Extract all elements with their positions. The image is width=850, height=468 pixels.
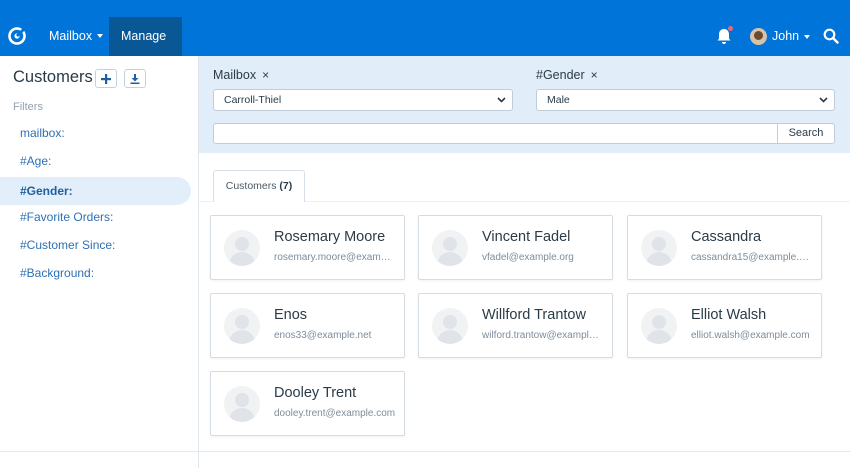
avatar xyxy=(750,28,767,46)
search-icon[interactable] xyxy=(823,28,839,44)
nav-mailbox-menu[interactable]: Mailbox xyxy=(37,17,115,56)
avatar-placeholder-icon xyxy=(432,230,468,266)
tab-customers[interactable]: Customers (7) xyxy=(213,170,305,202)
avatar-placeholder-icon xyxy=(641,308,677,344)
search-button[interactable]: Search xyxy=(777,123,835,144)
customer-email: enos33@example.net xyxy=(274,330,372,341)
customer-card[interactable]: Vincent Fadel vfadel@example.org xyxy=(418,215,613,280)
customer-card[interactable]: Cassandra cassandra15@example.org xyxy=(627,215,822,280)
avatar-placeholder-icon xyxy=(641,230,677,266)
customer-name: Cassandra xyxy=(691,229,762,245)
filter-item-background[interactable]: #Background: xyxy=(0,259,191,287)
customer-email: dooley.trent@example.com xyxy=(274,408,396,419)
tab-count: (7) xyxy=(279,180,293,192)
avatar-placeholder-icon xyxy=(432,308,468,344)
mailbox-select[interactable]: Carroll-Thiel xyxy=(213,89,513,111)
customer-card[interactable]: Enos enos33@example.net xyxy=(210,293,405,358)
filter-item-gender[interactable]: #Gender: xyxy=(0,177,191,205)
gender-filter-label: #Gender × xyxy=(536,68,598,82)
avatar-placeholder-icon xyxy=(224,386,260,422)
customer-name: Enos xyxy=(274,307,308,323)
avatar-placeholder-icon xyxy=(224,308,260,344)
filter-item-customer-since[interactable]: #Customer Since: xyxy=(0,231,191,259)
export-button[interactable] xyxy=(124,69,146,88)
customer-card[interactable]: Willford Trantow wilford.trantow@example… xyxy=(418,293,613,358)
chevron-down-icon xyxy=(497,97,506,103)
customer-card[interactable]: Dooley Trent dooley.trent@example.com xyxy=(210,371,405,436)
page-title: Customers xyxy=(13,68,93,86)
customer-name: Elliot Walsh xyxy=(691,307,767,323)
filters-label: Filters xyxy=(13,101,43,113)
user-name: John xyxy=(772,29,800,43)
customer-card[interactable]: Rosemary Moore rosemary.moore@example.co… xyxy=(210,215,405,280)
gender-select[interactable]: Male xyxy=(536,89,835,111)
nav-manage-label: Manage xyxy=(121,29,167,43)
avatar-placeholder-icon xyxy=(224,230,260,266)
customer-name: Dooley Trent xyxy=(274,385,357,401)
helpdesk-logo-icon[interactable] xyxy=(7,26,27,46)
remove-mailbox-filter-button[interactable]: × xyxy=(262,68,269,82)
mailbox-filter-title: Mailbox xyxy=(213,68,257,82)
chevron-down-icon xyxy=(819,97,828,103)
filter-item-age[interactable]: #Age: xyxy=(0,147,191,175)
caret-down-icon xyxy=(97,33,104,38)
gender-select-value: Male xyxy=(547,94,570,106)
customer-email: elliot.walsh@example.com xyxy=(691,330,810,341)
tab-label: Customers xyxy=(225,180,277,192)
download-icon xyxy=(130,74,140,84)
customer-name: Vincent Fadel xyxy=(482,229,571,245)
bottom-divider xyxy=(0,451,850,452)
customer-name: Rosemary Moore xyxy=(274,229,386,245)
search-input[interactable] xyxy=(213,123,778,144)
customer-email: cassandra15@example.org xyxy=(691,252,813,263)
caret-down-icon xyxy=(804,34,811,39)
mailbox-filter-label: Mailbox × xyxy=(213,68,269,82)
nav-manage-menu[interactable]: Manage xyxy=(109,17,182,76)
mailbox-select-value: Carroll-Thiel xyxy=(224,94,282,106)
filter-panel: Mailbox × Carroll-Thiel #Gender × Male Sea… xyxy=(199,56,850,153)
customer-name: Willford Trantow xyxy=(482,307,586,323)
sidebar: Customers Filters mailbox: #Age: #Gender… xyxy=(0,56,199,468)
user-menu[interactable]: John xyxy=(750,27,811,46)
gender-filter-title: #Gender xyxy=(536,68,585,82)
top-navbar: Mailbox Manage John xyxy=(0,0,850,76)
filter-item-mailbox[interactable]: mailbox: xyxy=(0,119,191,147)
customer-email: rosemary.moore@example.com xyxy=(274,252,396,263)
add-customer-button[interactable] xyxy=(95,69,117,88)
notification-dot xyxy=(727,25,734,32)
filter-item-favorite-orders[interactable]: #Favorite Orders: xyxy=(0,203,191,231)
customer-email: wilford.trantow@example.com xyxy=(482,330,604,341)
customer-card[interactable]: Elliot Walsh elliot.walsh@example.com xyxy=(627,293,822,358)
nav-mailbox-label: Mailbox xyxy=(49,29,93,43)
remove-gender-filter-button[interactable]: × xyxy=(591,68,598,82)
plus-icon xyxy=(101,74,111,84)
customer-email: vfadel@example.org xyxy=(482,252,574,263)
